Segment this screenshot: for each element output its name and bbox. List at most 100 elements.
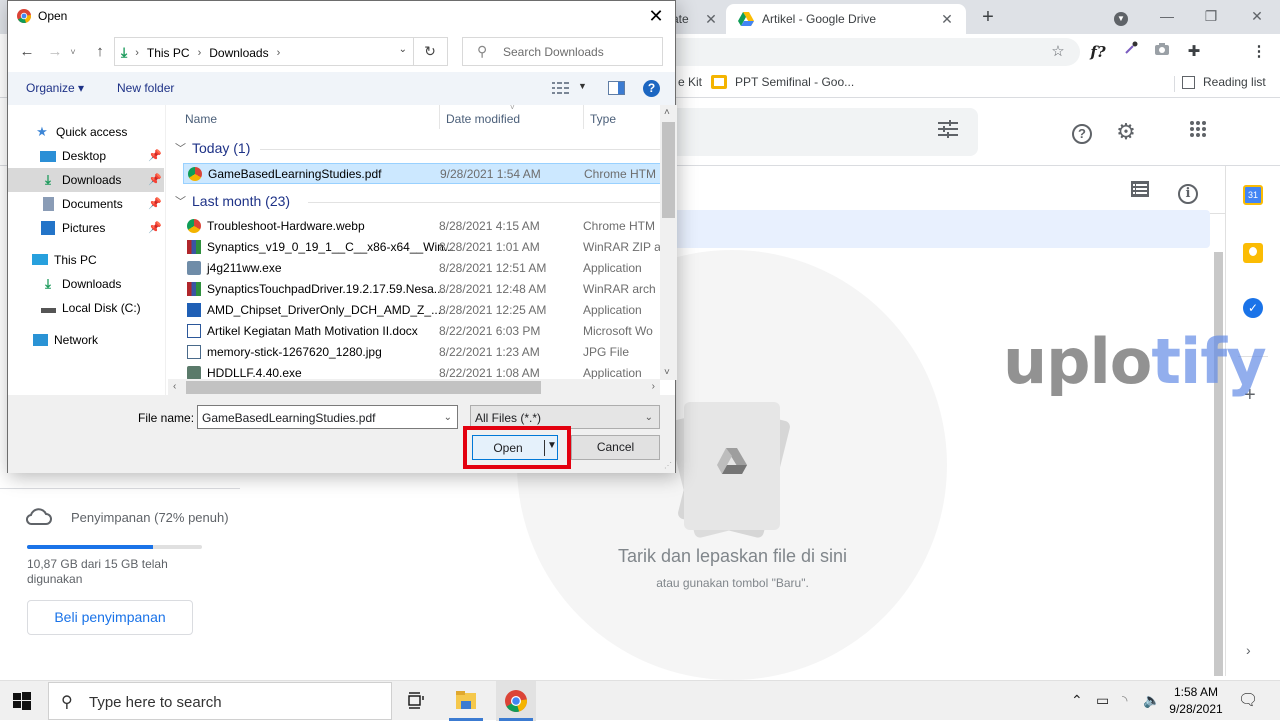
cancel-button[interactable]: Cancel [571,435,660,460]
taskbar-search-box[interactable]: ⚲ Type here to search [48,682,392,720]
vertical-scrollbar[interactable]: ˄ ˅ [660,105,677,380]
horizontal-scrollbar[interactable]: ‹ › [168,379,660,396]
close-tab-icon[interactable]: ✕ [702,11,720,28]
bookmark-item[interactable]: e Kit [678,75,702,89]
close-window-button[interactable]: ✕ [1242,4,1272,28]
more-vert-icon[interactable]: ⋮ [1247,40,1271,64]
profile-dropdown-icon[interactable]: ▼ [1106,4,1136,28]
scroll-left-icon[interactable]: ‹ [173,381,176,392]
file-row[interactable]: AMD_Chipset_DriverOnly_DCH_AMD_Z_... 8/28… [183,300,660,321]
windows-start-icon[interactable] [12,691,32,711]
file-row[interactable]: SynapticsTouchpadDriver.19.2.17.59.Nesa.… [183,279,660,300]
search-options-icon[interactable] [934,118,962,146]
help-icon[interactable]: ? [1068,118,1096,146]
dialog-titlebar[interactable]: Open ✕ [8,1,675,32]
drive-scrollbar[interactable] [1214,252,1223,676]
search-downloads-input[interactable]: ⚲ Search Downloads [462,37,663,66]
star-icon[interactable]: ☆ [1046,40,1070,64]
storage-label[interactable]: Penyimpanan (72% penuh) [71,510,229,525]
dialog-close-button[interactable]: ✕ [643,4,669,28]
file-row[interactable]: Troubleshoot-Hardware.webp 8/28/2021 4:15… [183,216,660,237]
download-icon: ⤓ [45,276,51,291]
group-header-last-month[interactable]: ﹀ Last month (23) [175,193,290,209]
scroll-down-icon[interactable]: ˅ [664,367,670,378]
breadcrumb-separator: › [197,46,202,59]
font-question-icon[interactable]: f? [1086,40,1110,64]
new-tab-button[interactable]: + [978,6,998,28]
nav-label: Downloads [62,277,122,291]
refresh-button[interactable]: ↻ [413,37,448,66]
breadcrumb-downloads[interactable]: Downloads [209,46,268,60]
column-header-type[interactable]: Type [590,112,616,126]
scroll-thumb[interactable] [662,122,675,218]
file-name-input[interactable]: GameBasedLearningStudies.pdf ⌄ [197,405,458,429]
battery-icon[interactable]: ▭ [1096,692,1109,709]
back-arrow-icon[interactable]: ← [18,42,36,62]
preview-pane-icon[interactable] [608,81,625,95]
recent-locations-icon[interactable]: ˅ [64,42,82,62]
volume-icon[interactable]: 🔈 [1143,692,1160,709]
tasks-icon[interactable]: ✓ [1243,298,1263,318]
nav-downloads[interactable]: ⤓ Downloads [8,272,164,296]
file-explorer-button[interactable] [446,681,486,721]
show-hidden-icons-icon[interactable]: ⌃ [1071,692,1083,709]
chevron-down-icon[interactable]: ⌄ [444,412,452,423]
close-tab-icon[interactable]: ✕ [938,11,956,28]
minimize-button[interactable]: — [1152,4,1182,28]
list-view-icon[interactable] [1126,177,1154,205]
extensions-icon[interactable]: ✚ [1182,40,1206,64]
file-row[interactable]: j4g211ww.exe 8/28/2021 12:51 AM Applicatio… [183,258,660,279]
new-folder-button[interactable]: New folder [117,81,174,95]
column-header-date[interactable]: Date modified [446,112,520,126]
file-row[interactable]: memory-stick-1267620_1280.jpg 8/22/2021 1… [183,342,660,363]
nav-network[interactable]: Network [8,328,164,352]
navigation-pane: ★ Quick access Desktop 📌 ⤓ Downloads 📌 D… [8,105,166,395]
tab-google-drive[interactable]: Artikel - Google Drive ✕ [726,4,966,34]
nav-local-disk[interactable]: Local Disk (C:) [8,296,164,320]
reading-list-button[interactable]: Reading list [1182,75,1266,89]
keep-icon[interactable] [1243,243,1263,263]
camera-icon[interactable] [1150,40,1174,64]
expand-panel-icon[interactable]: › [1246,642,1251,658]
breadcrumb-this-pc[interactable]: This PC [147,46,190,60]
nav-downloads-quick[interactable]: ⤓ Downloads 📌 [8,168,164,192]
calendar-icon[interactable]: 31 [1243,185,1263,205]
help-icon[interactable]: ? [643,80,660,97]
address-history-dropdown[interactable]: ⌄ [399,44,407,55]
nav-documents[interactable]: Documents 📌 [8,192,164,216]
address-bar[interactable]: ⤓ › This PC › Downloads › ⌄ [114,37,414,66]
address-bar[interactable] [620,38,1080,66]
nav-label: Documents [62,197,123,211]
forward-arrow-icon[interactable]: → [46,42,64,62]
bookmark-item[interactable]: PPT Semifinal - Goo... [711,75,854,89]
organize-menu-button[interactable]: Organize ▾ [26,81,84,95]
column-divider[interactable] [583,105,584,129]
settings-gear-icon[interactable]: ⚙ [1112,118,1140,146]
restore-button[interactable]: ❐ [1196,4,1226,28]
task-view-button[interactable] [396,681,436,721]
scroll-right-icon[interactable]: › [652,381,655,392]
file-row-selected[interactable]: GameBasedLearningStudies.pdf 9/28/2021 1… [183,163,660,184]
file-row[interactable]: Artikel Kegiatan Math Motivation II.docx… [183,321,660,342]
notifications-icon[interactable]: 🗨 [1238,690,1258,710]
google-apps-icon[interactable] [1184,118,1212,146]
nav-this-pc[interactable]: This PC [8,248,164,272]
nav-pictures[interactable]: Pictures 📌 [8,216,164,240]
nav-quick-access[interactable]: ★ Quick access [8,120,164,144]
group-header-today[interactable]: ﹀ Today (1) [175,140,250,156]
file-row[interactable]: Synaptics_v19_0_19_1__C__x86-x64__Win...… [183,237,660,258]
change-view-button[interactable]: ▼ [552,81,587,98]
chrome-taskbar-button[interactable] [496,681,536,721]
column-header-name[interactable]: Name [185,112,217,126]
up-arrow-icon[interactable]: ↑ [91,42,109,62]
resize-grip-icon[interactable]: ⋰ [664,461,672,470]
eyedropper-icon[interactable] [1119,40,1143,64]
wifi-icon[interactable]: ◝ [1122,692,1127,709]
info-icon[interactable]: i [1174,177,1202,205]
nav-desktop[interactable]: Desktop 📌 [8,144,164,168]
column-divider[interactable] [439,105,440,129]
buy-storage-button[interactable]: Beli penyimpanan [27,600,193,635]
scroll-up-icon[interactable]: ˄ [664,107,670,118]
scroll-thumb[interactable] [186,381,541,394]
clock[interactable]: 1:58 AM 9/28/2021 [1166,684,1226,718]
